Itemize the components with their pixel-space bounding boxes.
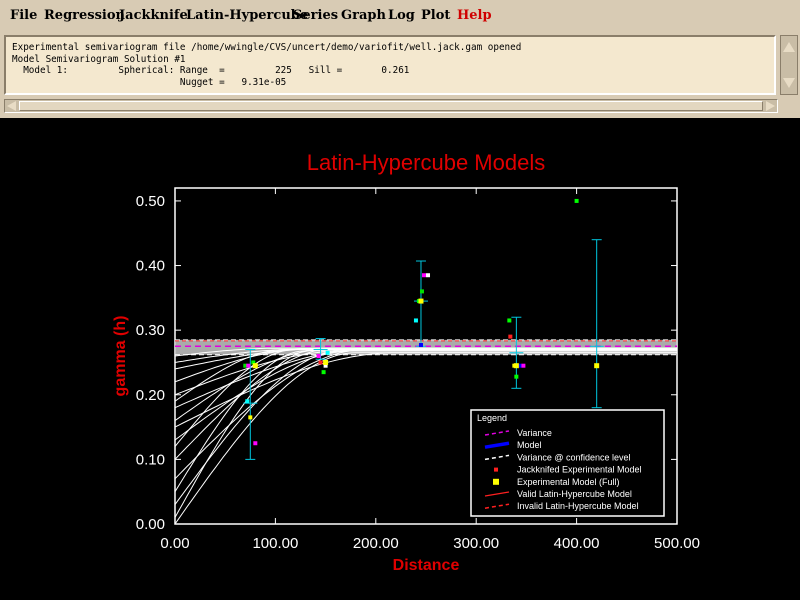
experimental-point	[418, 298, 424, 304]
scroll-down-arrow-icon[interactable]	[783, 78, 795, 88]
scroll-left-arrow-icon[interactable]	[7, 101, 16, 111]
y-tick-label: 0.20	[136, 387, 165, 404]
y-tick-label: 0.00	[136, 516, 165, 533]
log-vertical-scrollbar[interactable]	[780, 35, 798, 95]
y-axis-label: gamma (h)	[112, 316, 129, 397]
legend-symbol	[494, 467, 498, 472]
jackknifed-point	[246, 363, 251, 368]
jackknifed-point	[253, 441, 258, 446]
jackknifed-point	[507, 318, 512, 323]
jackknifed-point	[413, 318, 418, 323]
menu-file[interactable]: File	[10, 8, 37, 23]
jackknifed-point	[521, 363, 526, 368]
legend-entry-label: Invalid Latin-Hypercube Model	[517, 501, 639, 511]
experimental-point	[252, 363, 258, 369]
x-tick-label: 500.00	[654, 535, 700, 552]
log-line: Nugget = 9.31e-05	[12, 76, 287, 88]
y-tick-label: 0.10	[136, 451, 165, 468]
jackknifed-point	[574, 198, 579, 203]
y-tick-label: 0.30	[136, 322, 165, 339]
chart-title: Latin-Hypercube Models	[307, 150, 545, 175]
legend-entry-label: Model	[517, 440, 542, 450]
jackknifed-point	[426, 273, 431, 278]
log-line: Experimental semivariogram file /home/ww…	[12, 42, 522, 53]
jackknifed-point	[508, 334, 513, 339]
experimental-point	[323, 359, 329, 365]
log-horizontal-scrollbar[interactable]	[4, 99, 778, 113]
jackknifed-point	[421, 273, 426, 278]
semivariogram-chart: Latin-Hypercube Models 0.00 100.00 200.00 30…	[112, 150, 700, 574]
log-line: Model Semivariogram Solution #1	[12, 53, 186, 65]
jackknifed-point	[316, 354, 321, 358]
jackknifed-point	[419, 289, 424, 294]
jackknifed-point	[325, 350, 330, 355]
scroll-up-arrow-icon[interactable]	[783, 42, 795, 52]
x-tick-label: 400.00	[554, 535, 600, 552]
x-tick-label: 100.00	[252, 535, 298, 552]
log-panel[interactable]: Experimental semivariogram file /home/ww…	[4, 35, 776, 95]
legend-symbol	[493, 478, 499, 485]
jackknifed-point	[321, 370, 326, 375]
menu-bar: File Regression Jackknife Latin-Hypercub…	[0, 0, 800, 30]
menu-series[interactable]: Series	[293, 8, 338, 23]
legend-entry-label: Experimental Model (Full)	[517, 477, 620, 487]
y-tick-label: 0.40	[136, 258, 165, 275]
jackknifed-point	[248, 415, 253, 420]
experimental-point	[513, 363, 519, 369]
menu-latin-hypercube[interactable]: Latin-Hypercube	[186, 8, 308, 23]
jackknifed-point	[514, 374, 519, 379]
x-tick-label: 0.00	[160, 535, 189, 552]
legend-entry-label: Valid Latin-Hypercube Model	[517, 489, 632, 499]
experimental-point	[594, 363, 600, 369]
jackknifed-point	[245, 399, 250, 404]
log-text: Experimental semivariogram file /home/ww…	[12, 42, 521, 88]
jackknifed-point	[418, 343, 423, 348]
menu-plot[interactable]: Plot	[421, 8, 450, 23]
menu-help[interactable]: Help	[457, 8, 492, 23]
menu-regression[interactable]: Regression	[44, 8, 125, 23]
menu-log[interactable]: Log	[388, 8, 415, 23]
legend-entry-label: Variance	[517, 428, 552, 438]
plot-canvas: Latin-Hypercube Models 0.00 100.00 200.00 30…	[0, 118, 800, 600]
legend-entry-label: Variance @ confidence level	[517, 452, 631, 462]
legend-title: Legend	[477, 413, 507, 423]
menu-graph[interactable]: Graph	[341, 8, 386, 23]
y-tick-label: 0.50	[136, 193, 165, 210]
horizontal-scroll-thumb[interactable]	[19, 101, 763, 111]
menu-jackknife[interactable]: Jackknife	[119, 8, 188, 23]
x-tick-label: 200.00	[353, 535, 399, 552]
scroll-right-arrow-icon[interactable]	[766, 101, 775, 111]
legend-box	[470, 409, 665, 517]
x-tick-label: 300.00	[453, 535, 499, 552]
legend-entry-label: Jackknifed Experimental Model	[517, 465, 642, 475]
log-line: Model 1: Spherical: Range = 225 Sill = 0…	[12, 65, 410, 76]
x-axis-label: Distance	[393, 557, 460, 574]
jackknifed-point	[318, 360, 323, 365]
